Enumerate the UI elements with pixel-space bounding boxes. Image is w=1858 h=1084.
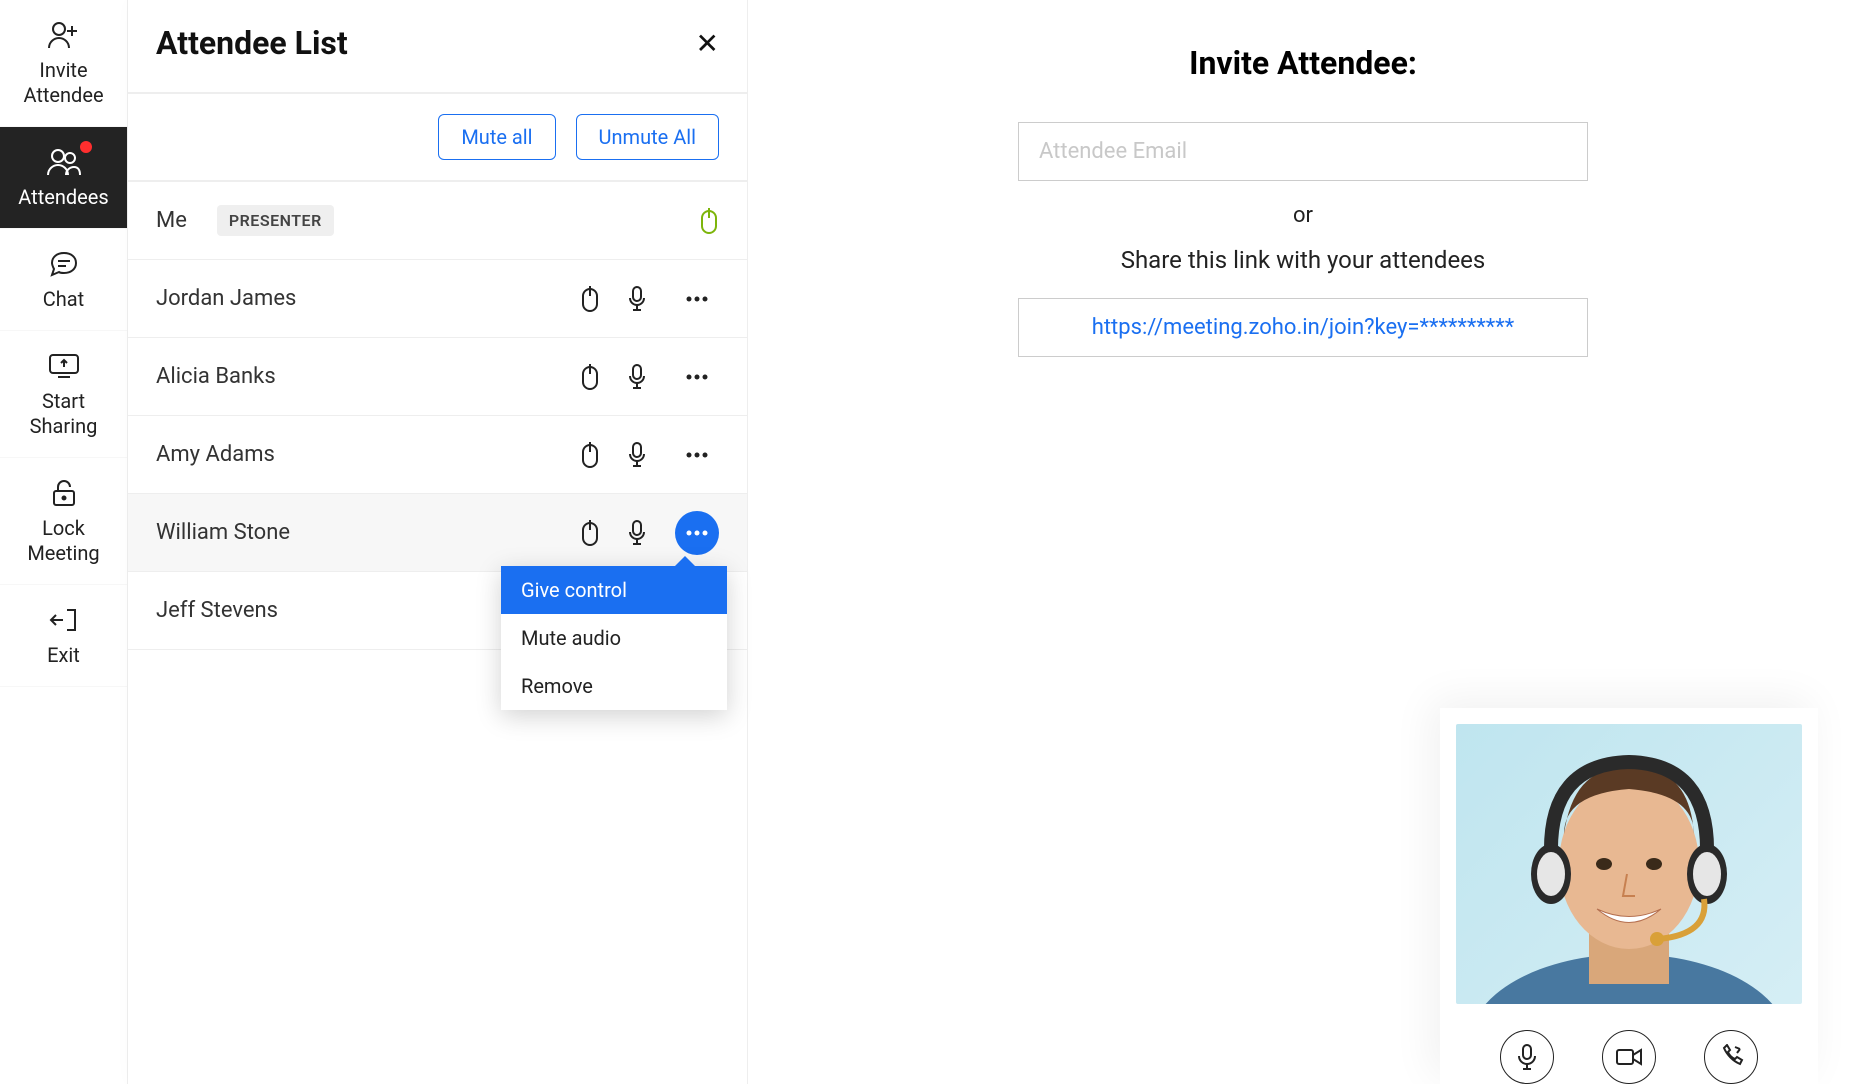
people-icon <box>46 145 82 179</box>
sidebar-label-attendees: Attendees <box>18 185 108 210</box>
sidebar-label-lock: Lock Meeting <box>27 516 99 566</box>
more-options-button[interactable] <box>675 511 719 555</box>
attendee-name: Me <box>156 208 187 233</box>
panel-title: Attendee List <box>156 24 348 62</box>
microphone-icon[interactable] <box>627 285 647 313</box>
attendee-row-me: Me PRESENTER <box>128 182 747 260</box>
attendee-row: Amy Adams <box>128 416 747 494</box>
sidebar-label-chat: Chat <box>43 287 84 312</box>
more-options-button[interactable] <box>675 433 719 477</box>
invite-title: Invite Attendee: <box>808 44 1798 82</box>
mic-toggle-button[interactable] <box>1500 1030 1554 1084</box>
camera-toggle-button[interactable] <box>1602 1030 1656 1084</box>
microphone-icon[interactable] <box>627 363 647 391</box>
microphone-icon[interactable] <box>627 441 647 469</box>
share-link-box[interactable]: https://meeting.zoho.in/join?key=*******… <box>1018 298 1588 357</box>
menu-remove[interactable]: Remove <box>501 662 727 710</box>
leave-call-button[interactable] <box>1704 1030 1758 1084</box>
lock-open-icon <box>50 476 78 510</box>
sidebar-label-exit: Exit <box>47 643 80 668</box>
sidebar-item-chat[interactable]: Chat <box>0 229 127 331</box>
sidebar: Invite Attendee Attendees Chat <box>0 0 128 1084</box>
invite-pane: Invite Attendee: Attendee Email or Share… <box>748 0 1858 1084</box>
attendee-name: Amy Adams <box>156 442 563 467</box>
close-icon[interactable]: ✕ <box>696 27 719 60</box>
video-controls <box>1456 1004 1802 1084</box>
attendee-row: William Stone Give control Mute audio Re… <box>128 494 747 572</box>
sidebar-item-invite[interactable]: Invite Attendee <box>0 0 127 127</box>
microphone-icon[interactable] <box>627 519 647 547</box>
or-text: or <box>808 203 1798 228</box>
share-text: Share this link with your attendees <box>808 246 1798 274</box>
more-options-button[interactable] <box>675 355 719 399</box>
attendee-name: Alicia Banks <box>156 364 563 389</box>
person-plus-icon <box>47 18 81 52</box>
presenter-badge: PRESENTER <box>217 205 334 236</box>
sidebar-item-share[interactable]: Start Sharing <box>0 331 127 458</box>
unmute-all-button[interactable]: Unmute All <box>576 114 719 160</box>
mouse-icon[interactable] <box>581 285 599 313</box>
mute-all-button[interactable]: Mute all <box>438 114 555 160</box>
sidebar-item-attendees[interactable]: Attendees <box>0 127 127 229</box>
attendee-row: Jordan James <box>128 260 747 338</box>
attendee-row: Alicia Banks <box>128 338 747 416</box>
sidebar-item-lock[interactable]: Lock Meeting <box>0 458 127 585</box>
mouse-icon[interactable] <box>581 363 599 391</box>
notification-badge <box>80 141 92 153</box>
menu-mute-audio[interactable]: Mute audio <box>501 614 727 662</box>
video-thumbnail <box>1456 724 1802 1004</box>
attendee-context-menu: Give control Mute audio Remove <box>501 566 727 710</box>
chat-icon <box>48 247 80 281</box>
sidebar-label-share: Start Sharing <box>30 389 98 439</box>
attendee-email-input[interactable]: Attendee Email <box>1018 122 1588 181</box>
placeholder-text: Attendee Email <box>1039 139 1187 164</box>
mouse-icon <box>699 206 719 236</box>
video-card <box>1440 708 1818 1084</box>
more-options-button[interactable] <box>675 277 719 321</box>
mouse-icon[interactable] <box>581 519 599 547</box>
sidebar-item-exit[interactable]: Exit <box>0 585 127 687</box>
attendee-panel: Attendee List ✕ Mute all Unmute All Me P… <box>128 0 748 1084</box>
menu-give-control[interactable]: Give control <box>501 566 727 614</box>
panel-controls: Mute all Unmute All <box>128 94 747 182</box>
exit-icon <box>49 603 79 637</box>
attendee-name: William Stone <box>156 520 563 545</box>
attendee-name: Jordan James <box>156 286 563 311</box>
screen-share-icon <box>47 349 81 383</box>
mouse-icon[interactable] <box>581 441 599 469</box>
panel-header: Attendee List ✕ <box>128 0 747 94</box>
sidebar-label-invite: Invite Attendee <box>23 58 103 108</box>
